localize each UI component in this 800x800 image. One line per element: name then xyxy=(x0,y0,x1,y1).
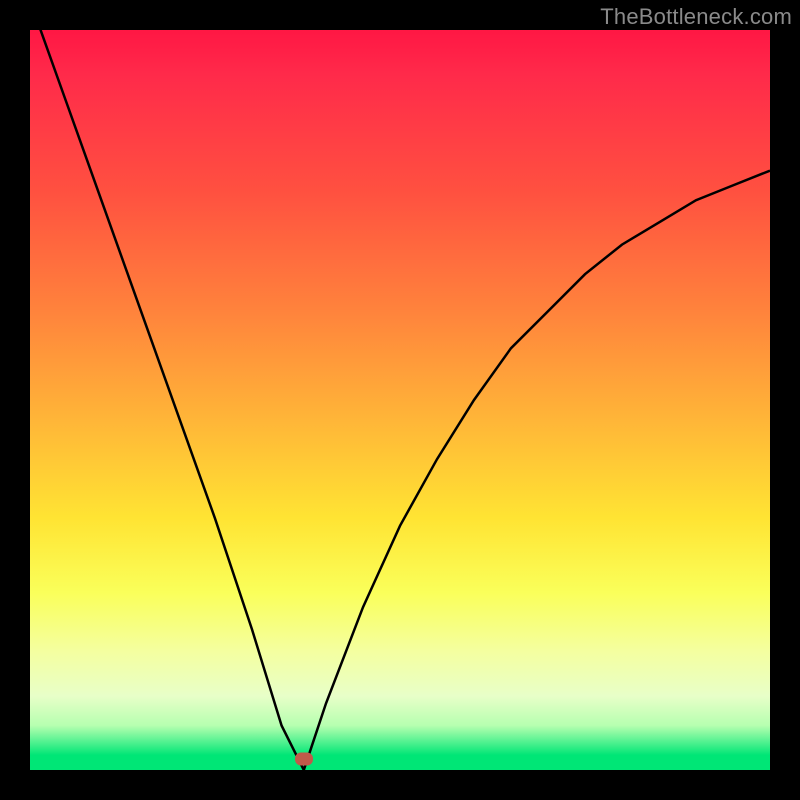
curve-path xyxy=(30,30,770,770)
watermark-text: TheBottleneck.com xyxy=(600,4,792,30)
optimal-point-marker xyxy=(295,752,313,765)
chart-plot-area xyxy=(30,30,770,770)
bottleneck-curve xyxy=(30,30,770,770)
